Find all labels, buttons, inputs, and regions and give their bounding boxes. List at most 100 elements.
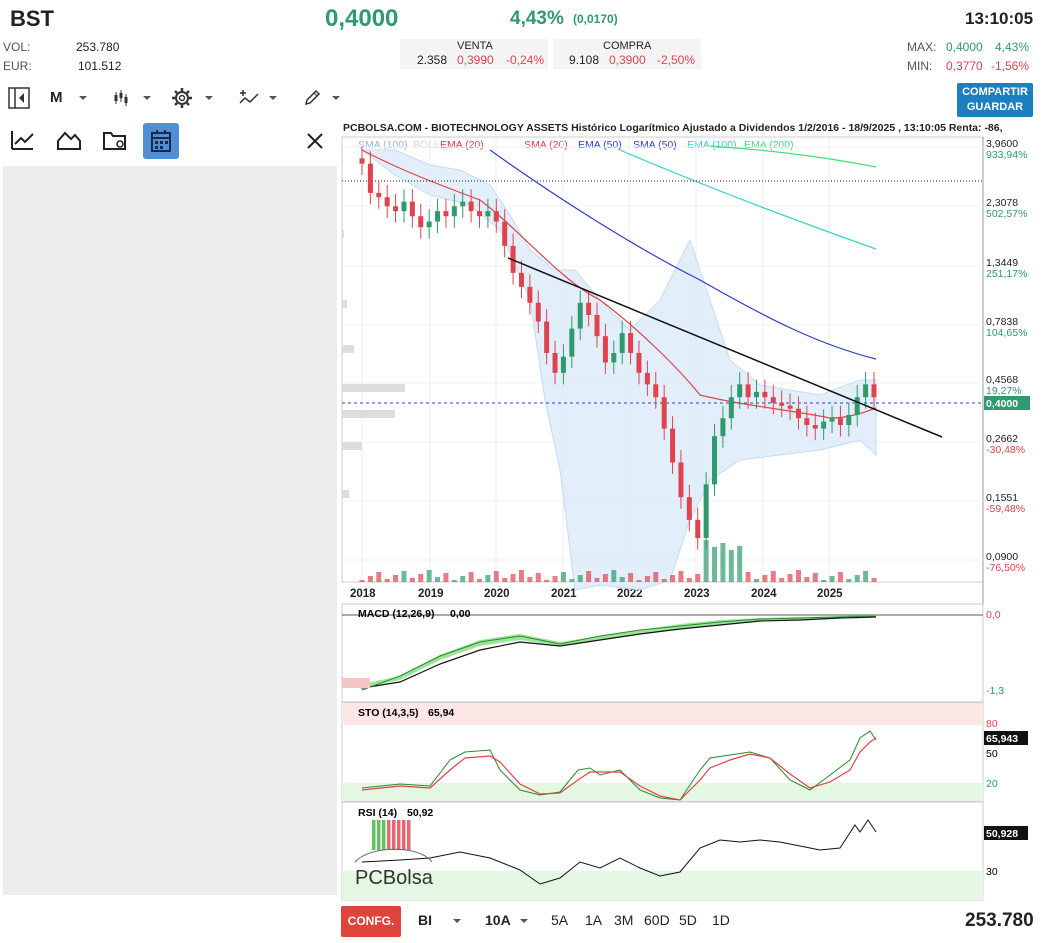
volume-bar — [560, 572, 566, 582]
y-tick-pct: 251,17% — [986, 268, 1027, 280]
volume-bar — [435, 577, 441, 582]
candle-body — [619, 333, 625, 353]
candle-body — [804, 418, 810, 426]
candle-body — [703, 484, 709, 539]
candle-body — [636, 352, 642, 373]
volume-profile-bar — [342, 300, 347, 308]
x-tick-label: 2025 — [817, 588, 843, 600]
volume-bar — [829, 576, 835, 582]
y-tick-pct: -76,50% — [986, 562, 1025, 574]
candle-body — [728, 397, 734, 419]
rsi-title: RSI (14) — [358, 807, 397, 819]
candle-body — [653, 384, 659, 398]
volume-bar — [821, 580, 827, 582]
candle-body — [745, 384, 751, 398]
volume-bar — [544, 580, 550, 582]
legend-item: SMA (50) — [633, 139, 677, 151]
candle-body — [577, 302, 583, 329]
legend-item: EMA (20) — [440, 139, 484, 151]
volume-bar — [510, 574, 516, 582]
range-1a[interactable]: 1A — [585, 912, 602, 928]
config-button[interactable]: CONFG. — [341, 906, 401, 937]
volume-bar — [502, 578, 508, 582]
candle-body — [426, 221, 432, 228]
candle-body — [787, 405, 793, 409]
chart-area[interactable]: PCBOLSA.COM - BIOTECHNOLOGY ASSETS Histó… — [0, 0, 1048, 943]
candle-body — [770, 397, 776, 403]
volume-bar — [393, 575, 399, 582]
range-60d[interactable]: 60D — [644, 912, 670, 928]
candle-body — [502, 221, 508, 246]
volume-bar — [846, 579, 852, 582]
candle-body — [409, 201, 415, 217]
chart-title: PCBOLSA.COM - BIOTECHNOLOGY ASSETS Histó… — [343, 122, 1003, 134]
volume-total: 253.780 — [965, 910, 1034, 931]
macd-tick: 0,0 — [986, 609, 1001, 621]
volume-bar — [670, 575, 676, 582]
legend-item: EMA (100) — [687, 139, 737, 151]
volume-bar — [695, 574, 701, 582]
candle-body — [737, 384, 743, 398]
x-tick-label: 2024 — [751, 588, 777, 600]
macd-title: MACD (12,26,9) — [358, 608, 434, 620]
watermark-text: PCBolsa — [355, 867, 434, 889]
chevron-down-icon[interactable] — [519, 917, 529, 925]
sto-tick: 20 — [986, 778, 998, 790]
candle-body — [544, 321, 550, 353]
range-5a[interactable]: 5A — [551, 912, 568, 928]
candle-body — [602, 336, 608, 363]
volume-bar — [804, 577, 810, 582]
volume-bar — [795, 570, 801, 582]
volume-bar — [628, 573, 634, 582]
candle-body — [460, 201, 466, 207]
volume-profile-bar — [342, 230, 344, 238]
y-tick-pct: 933,94% — [986, 149, 1027, 161]
range-select[interactable]: 10A — [485, 912, 511, 928]
candle-body — [393, 206, 399, 212]
scale-select[interactable]: BI — [418, 912, 432, 928]
volume-bar — [787, 574, 793, 582]
legend-item: EMA (50) — [578, 139, 622, 151]
volume-bar — [376, 572, 382, 582]
range-3m[interactable]: 3M — [614, 912, 633, 928]
logo-bar — [397, 820, 401, 850]
chevron-down-icon[interactable] — [452, 917, 462, 925]
volume-profile-bar — [342, 490, 349, 498]
volume-bar — [518, 570, 524, 582]
candle-body — [535, 302, 541, 322]
sto-last-label: 65,943 — [986, 733, 1018, 745]
x-tick-label: 2021 — [551, 588, 577, 600]
range-5d[interactable]: 5D — [679, 912, 697, 928]
logo-bar — [377, 820, 381, 850]
range-1d[interactable]: 1D — [712, 912, 730, 928]
rsi-value: 50,92 — [407, 807, 433, 819]
volume-bar — [753, 579, 759, 582]
volume-bar — [644, 576, 650, 582]
candle-body — [779, 402, 785, 406]
volume-bar — [737, 546, 743, 582]
candle-body — [628, 333, 634, 353]
volume-bar — [367, 576, 373, 582]
volume-bar — [745, 572, 751, 582]
y-tick-pct: 104,65% — [986, 327, 1027, 339]
candle-body — [384, 197, 390, 207]
candle-body — [678, 462, 684, 498]
volume-profile-bar — [342, 345, 354, 353]
y-tick-pct: -59,48% — [986, 503, 1025, 515]
candle-body — [518, 272, 524, 287]
x-tick-label: 2018 — [350, 588, 376, 600]
candle-body — [644, 372, 650, 385]
volume-bar — [586, 571, 592, 582]
candle-body — [376, 192, 382, 198]
legend-item: SMA (100) — [358, 139, 408, 151]
volume-bar — [443, 573, 449, 582]
logo-bar — [402, 820, 406, 850]
volume-bar — [779, 578, 785, 582]
y-tick-pct: -30,48% — [986, 444, 1025, 456]
candle-body — [686, 497, 692, 520]
volume-bar — [728, 550, 734, 582]
candle-body — [812, 425, 818, 429]
candle-body — [485, 211, 491, 217]
candle-body — [863, 384, 869, 398]
candle-body — [493, 211, 499, 222]
